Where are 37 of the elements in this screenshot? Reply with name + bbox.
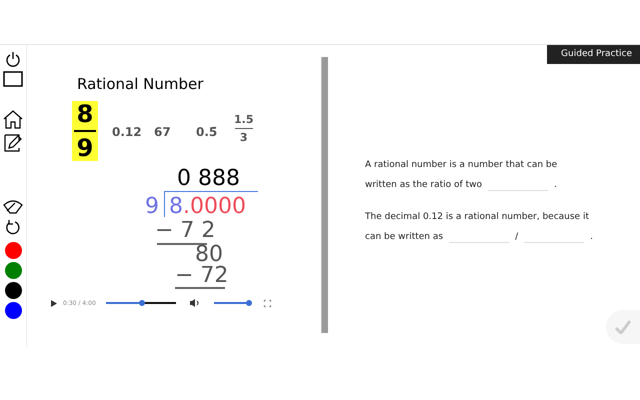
example-number: 67: [154, 125, 171, 139]
color-swatch[interactable]: [4, 242, 22, 259]
example-number: 0.12: [112, 125, 142, 139]
fullscreen-icon[interactable]: [264, 300, 271, 306]
slider-thumb[interactable]: [246, 300, 252, 306]
power-icon[interactable]: [5, 51, 21, 67]
dividend: 8.0000: [169, 196, 246, 218]
edit-icon[interactable]: [3, 133, 23, 153]
color-swatch[interactable]: [4, 262, 22, 279]
highlighted-fraction: 8 9: [72, 101, 98, 161]
color-swatch[interactable]: [4, 302, 22, 319]
question-text: /: [515, 231, 518, 244]
quotient: 0 888: [177, 168, 240, 190]
undo-icon[interactable]: [5, 219, 21, 235]
home-icon[interactable]: [3, 109, 23, 129]
divisor: 9: [145, 196, 159, 218]
division-step: − 7 2: [155, 220, 216, 242]
rectangle-icon[interactable]: [3, 71, 23, 87]
division-step: 80: [195, 244, 223, 266]
question-text: written as the ratio of two: [365, 179, 482, 192]
question-text: .: [554, 179, 557, 192]
example-number: 0.5̄: [196, 125, 218, 139]
color-swatch[interactable]: [4, 282, 22, 299]
slider-thumb[interactable]: [139, 300, 146, 306]
checkmark-icon: [615, 320, 631, 334]
question-text: .: [590, 231, 593, 244]
question-text: The decimal 0.12 is a rational number, because it: [365, 211, 589, 224]
division-step: − 72: [175, 265, 228, 287]
guided-practice-badge: Guided Practice: [547, 45, 640, 64]
eraser-icon[interactable]: [3, 199, 23, 215]
example-fraction: 1.5 3: [234, 113, 254, 144]
volume-icon[interactable]: [190, 299, 200, 307]
question-text: can be written as: [365, 231, 444, 244]
question-text: A rational number is a number that can be: [365, 159, 558, 172]
video-title: Rational Number: [77, 75, 204, 93]
check-button[interactable]: [606, 310, 640, 344]
play-icon[interactable]: [51, 300, 57, 306]
